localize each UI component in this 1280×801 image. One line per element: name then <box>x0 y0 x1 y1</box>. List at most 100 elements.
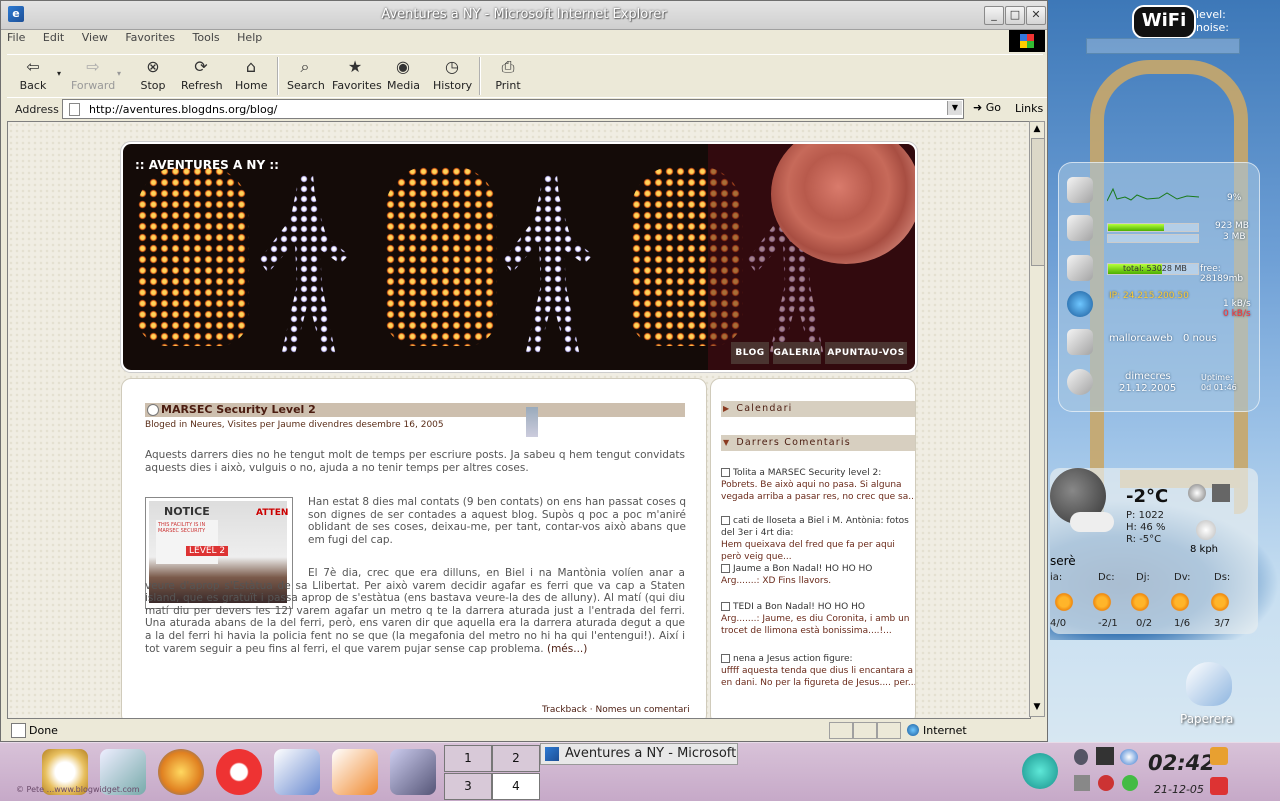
browser-window: e Aventures a NY - Microsoft Internet Ex… <box>0 0 1048 742</box>
wifi-signal-bar <box>1086 38 1240 54</box>
globe-small-icon[interactable] <box>1188 484 1206 502</box>
refresh-button[interactable]: ⟳ Refresh <box>181 57 223 92</box>
trash-icon[interactable] <box>1186 662 1232 706</box>
read-more-link[interactable]: (més...) <box>547 643 587 655</box>
menu-view[interactable]: View <box>82 31 108 44</box>
maximize-button[interactable]: □ <box>1005 6 1025 25</box>
taskbar: 1 2 3 4 Aventures a NY - Microsoft 02:42… <box>0 742 1280 801</box>
close-button[interactable]: ✕ <box>1026 6 1046 25</box>
mail-client-icon[interactable] <box>274 749 320 795</box>
search-button[interactable]: ⌕ Search <box>287 57 325 92</box>
desktop-2[interactable]: 2 <box>492 745 540 772</box>
comment-item[interactable]: Jaume a Bon Nadal! HO HO HO Arg.......: X… <box>721 563 915 587</box>
comment-item[interactable]: TEDI a Bon Nadal! HO HO HO Arg.......: Ja… <box>721 601 915 637</box>
home-icon: ⌂ <box>245 57 257 76</box>
desktop-1[interactable]: 1 <box>444 745 492 772</box>
scroll-down-arrow-icon[interactable]: ▼ <box>1032 702 1042 714</box>
main-content: MARSEC Security Level 2 Bloged in Neures… <box>121 378 707 718</box>
led-hand-image <box>385 166 497 346</box>
desktop-4[interactable]: 4 <box>492 773 540 800</box>
messenger-icon[interactable] <box>1120 749 1138 765</box>
print-button[interactable]: ⎙ Print <box>493 57 523 92</box>
taskbar-clock[interactable]: 02:42 <box>1148 751 1215 775</box>
nav-apuntau-vos[interactable]: APUNTAU-VOS <box>825 342 907 364</box>
weather-pressure: P: 1022 <box>1126 510 1165 521</box>
vertical-scrollbar[interactable]: ▲ ▼ <box>1029 121 1045 717</box>
stop-button[interactable]: ⊗ Stop <box>139 57 167 92</box>
trash-label[interactable]: Paperera <box>1180 712 1233 726</box>
nav-blog[interactable]: BLOG <box>731 342 769 364</box>
image-sign-line: MARSEC SECURITY <box>158 528 206 534</box>
nav-galeria[interactable]: GALERIA <box>773 342 821 364</box>
sidebar-calendar-header[interactable]: ▶ Calendari <box>721 401 915 417</box>
refresh-label: Refresh <box>181 79 223 92</box>
wifi-labels: level: noise: <box>1196 8 1229 34</box>
mail-account: mallorcaweb <box>1109 333 1173 344</box>
post-footer-links[interactable]: Trackback · Nomes un comentari <box>542 705 690 715</box>
lock-screen-icon[interactable] <box>1210 747 1228 765</box>
wifi-noise-label: noise: <box>1196 21 1229 34</box>
go-button[interactable]: ➜ Go <box>973 101 1001 114</box>
comment-item[interactable]: cati de lloseta a Biel i M. Antònia: fot… <box>721 515 915 563</box>
network-tray-icon[interactable] <box>1096 747 1114 765</box>
menu-edit[interactable]: Edit <box>43 31 64 44</box>
mail-icon[interactable] <box>1067 329 1093 355</box>
desktop-3[interactable]: 3 <box>444 773 492 800</box>
tray-update-icon[interactable] <box>1122 775 1138 791</box>
scrollbar-thumb[interactable] <box>1031 138 1045 266</box>
uptime-label: Uptime: <box>1201 373 1233 382</box>
post-title[interactable]: MARSEC Security Level 2 <box>161 403 316 416</box>
comment-body: Hem queixava del fred que fa per aqui pe… <box>721 540 895 562</box>
home-folder-icon[interactable] <box>332 749 378 795</box>
forward-dropdown[interactable]: ▾ <box>117 69 121 78</box>
memory-used: 923 MB <box>1215 221 1249 231</box>
forecast-day-label: Dj: <box>1136 572 1150 583</box>
sysmon-day: dimecres <box>1125 371 1171 382</box>
links-button[interactable]: Links <box>1015 102 1043 115</box>
menu-help[interactable]: Help <box>237 31 262 44</box>
security-zone: Internet <box>923 724 967 737</box>
skype-icon[interactable] <box>216 749 262 795</box>
sidebar-comments-header[interactable]: ▼ Darrers Comentaris <box>721 435 915 451</box>
logout-icon[interactable] <box>1210 777 1228 795</box>
uptime-value: 0d 01:46 <box>1201 383 1237 392</box>
minimize-button[interactable]: _ <box>984 6 1004 25</box>
post-paragraph: Aquests darrers dies no he tengut molt d… <box>145 449 685 474</box>
tray-block-icon[interactable] <box>1098 775 1114 791</box>
comment-item[interactable]: nena a Jesus action figure: uffff aquesta… <box>721 653 916 689</box>
back-dropdown[interactable]: ▾ <box>57 69 61 78</box>
home-button[interactable]: ⌂ Home <box>235 57 267 92</box>
settings-icon[interactable] <box>1212 484 1230 502</box>
address-dropdown[interactable]: ▼ <box>947 101 962 115</box>
history-button[interactable]: ◷ History <box>433 57 472 92</box>
menu-favorites[interactable]: Favorites <box>125 31 175 44</box>
address-input[interactable]: http://aventures.blogdns.org/blog/ ▼ <box>62 99 964 119</box>
back-button[interactable]: ⇦ Back <box>15 57 51 92</box>
tray-orb-icon[interactable] <box>1022 753 1058 789</box>
window-titlebar[interactable]: e Aventures a NY - Microsoft Internet Ex… <box>1 1 1047 30</box>
comment-item[interactable]: Tolita a MARSEC Security level 2: Pobrets… <box>721 467 915 503</box>
toolbar-separator <box>479 57 481 95</box>
browser-globe-icon[interactable] <box>158 749 204 795</box>
media-button[interactable]: ◉ Media <box>387 57 420 92</box>
taskbar-item-ie[interactable]: Aventures a NY - Microsoft <box>540 743 738 765</box>
forecast-range: 0/2 <box>1136 618 1153 629</box>
menu-file[interactable]: File <box>7 31 25 44</box>
forward-button[interactable]: ⇨ Forward <box>71 57 115 92</box>
tray-tool-icon[interactable] <box>1074 775 1090 791</box>
comment-body: Arg.......: Jaume, es diu Coronita, i am… <box>721 614 910 636</box>
led-walker-image <box>259 174 349 354</box>
net-upload: 1 kB/s <box>1223 299 1251 309</box>
address-url[interactable]: http://aventures.blogdns.org/blog/ <box>89 103 277 116</box>
disk-icon <box>1067 255 1093 281</box>
cpu-icon <box>1067 177 1093 203</box>
system-monitor-icon[interactable] <box>390 749 436 795</box>
scroll-up-arrow-icon[interactable]: ▲ <box>1032 124 1042 136</box>
sun-icon <box>1092 592 1112 612</box>
post-icon <box>147 404 159 416</box>
comment-body: uffff aquesta tenda que dius li encantar… <box>721 666 916 688</box>
bluetooth-icon[interactable] <box>1074 749 1088 765</box>
sidebar: ▶ Calendari ▼ Darrers Comentaris Tolita a … <box>710 378 916 718</box>
menu-tools[interactable]: Tools <box>193 31 220 44</box>
favorites-button[interactable]: ★ Favorites <box>332 57 382 92</box>
